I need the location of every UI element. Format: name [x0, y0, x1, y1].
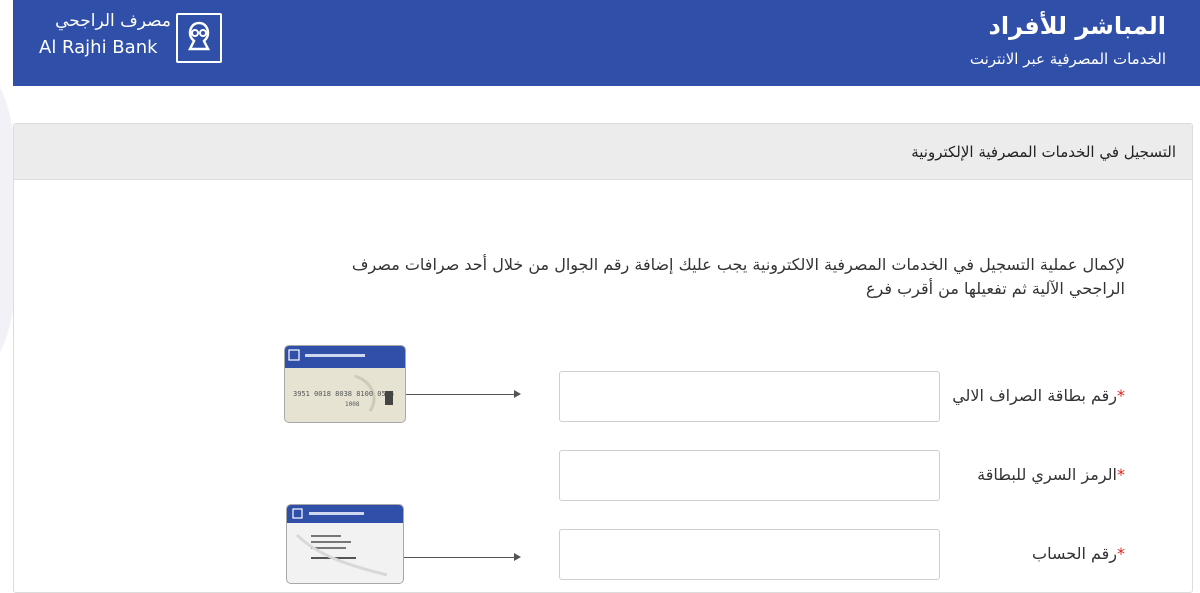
- card-number-text: 3951 0018 8038 8100 0555: [293, 390, 394, 398]
- arrow-head-icon: [514, 390, 521, 398]
- arrow-line: [404, 557, 515, 558]
- registration-panel: التسجيل في الخدمات المصرفية الإلكترونية …: [13, 123, 1193, 593]
- logo-english-text: Al Rajhi Bank: [39, 37, 158, 58]
- arrow-head-icon: [514, 553, 521, 561]
- atm-card-number-label: *رقم بطاقة الصراف الالي: [952, 386, 1125, 405]
- card-short-text: 1008: [345, 401, 360, 408]
- logo-arabic-text: مصرف الراجحي: [55, 11, 171, 31]
- arrow-line: [406, 394, 515, 395]
- panel-title: التسجيل في الخدمات المصرفية الإلكترونية: [911, 143, 1176, 161]
- account-number-label: *رقم الحساب: [1032, 544, 1125, 563]
- intro-text: لإكمال عملية التسجيل في الخدمات المصرفية…: [351, 255, 1125, 298]
- account-card-image: [286, 504, 404, 584]
- card-pin-label: *الرمز السري للبطاقة: [977, 465, 1125, 484]
- account-number-input[interactable]: [559, 529, 940, 580]
- page-title: المباشر للأفراد: [988, 12, 1166, 40]
- page-subtitle: الخدمات المصرفية عبر الانترنت: [969, 50, 1166, 68]
- panel-header: التسجيل في الخدمات المصرفية الإلكترونية: [14, 124, 1192, 180]
- card-pin-input[interactable]: [559, 450, 940, 501]
- site-header: مصرف الراجحي Al Rajhi Bank المباشر للأفر…: [13, 0, 1200, 86]
- atm-card-number-input[interactable]: [559, 371, 940, 422]
- required-mark: *: [1117, 544, 1125, 563]
- bank-logo-icon[interactable]: [176, 13, 222, 63]
- required-mark: *: [1117, 465, 1125, 484]
- required-mark: *: [1117, 386, 1125, 405]
- atm-card-image: 3951 0018 8038 8100 0555 1008: [284, 345, 406, 423]
